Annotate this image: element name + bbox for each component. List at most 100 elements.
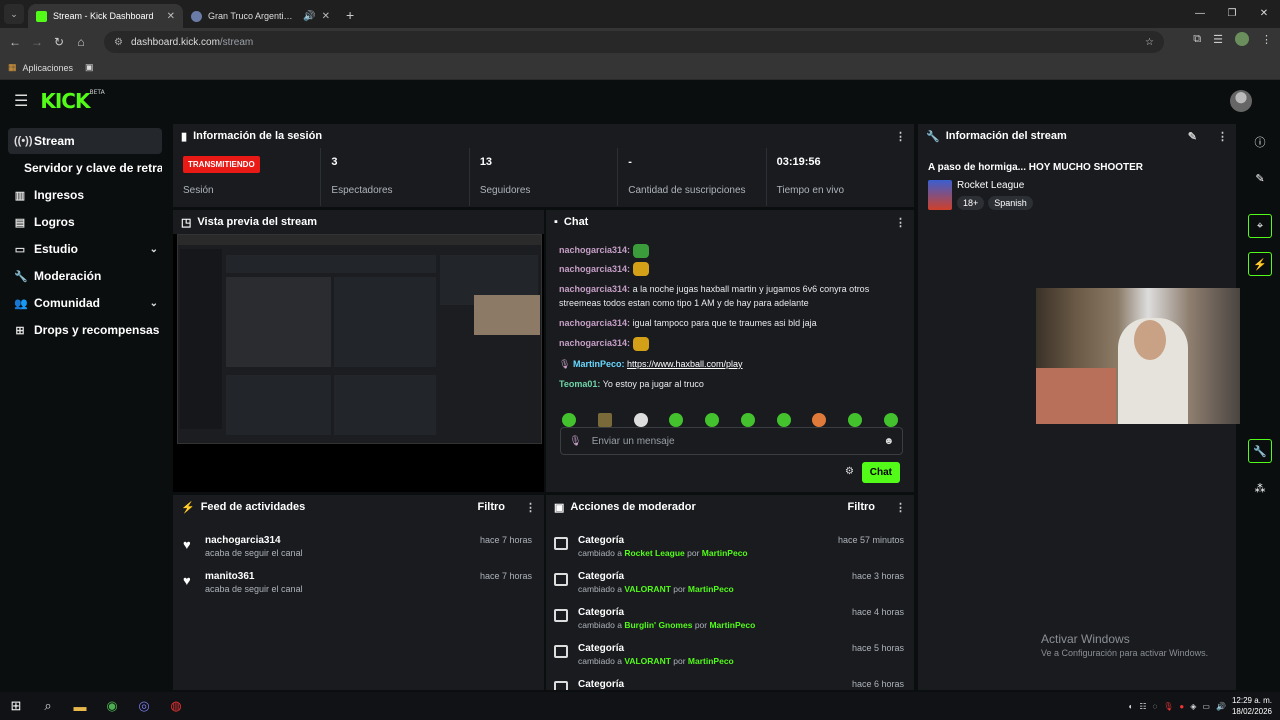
extensions-icon[interactable]: ⧉	[1193, 33, 1201, 46]
emote-icon[interactable]	[633, 413, 648, 427]
tray-icon[interactable]: ◌	[1153, 702, 1158, 711]
emote-icon[interactable]	[705, 413, 720, 427]
obs-icon[interactable]: ◍	[160, 698, 192, 714]
user-avatar[interactable]	[1230, 90, 1252, 112]
more-options-icon[interactable]: ⋮	[1217, 130, 1228, 143]
browser-tab-strip: ⌄ Stream - Kick Dashboard ✕ Gran Truco A…	[0, 0, 1280, 28]
steam-icon[interactable]: ◈	[1190, 702, 1196, 711]
mod-action-item: Categoría hace 6 horas	[546, 675, 914, 690]
lightning-icon[interactable]: ⚡	[1248, 252, 1272, 276]
sidebar-item-stream[interactable]: ((•)) Stream	[8, 128, 162, 154]
url-field[interactable]: ⚙ dashboard.kick.com/stream ☆	[104, 31, 1164, 53]
record-icon[interactable]: ●	[1179, 702, 1184, 711]
chat-link[interactable]: https://www.haxball.com/play	[627, 359, 743, 369]
tab-groups-icon[interactable]: ▣	[85, 62, 94, 73]
new-tab-button[interactable]: +	[346, 7, 354, 23]
info-icon[interactable]: ⓘ	[1248, 130, 1272, 154]
chat-message: nachogarcia314: igual tampoco para que t…	[559, 318, 817, 329]
bookmark-star-icon[interactable]: ☆	[1145, 37, 1154, 48]
url-path: /stream	[219, 36, 254, 48]
wrench-icon: 🔧	[926, 130, 940, 143]
search-icon[interactable]: ⌕	[32, 698, 64, 714]
more-options-icon[interactable]: ⋮	[525, 501, 536, 514]
mic-icon: 🎙	[569, 435, 582, 447]
sidebar-item-estudio[interactable]: ▭ Estudio ⌄	[8, 236, 162, 262]
shield-icon: ▣	[554, 501, 565, 514]
tab-gran-truco[interactable]: Gran Truco Argentino - Jue 🔊 ✕	[183, 4, 338, 28]
network-icon[interactable]: ▭	[1202, 702, 1210, 711]
emoji-picker-icon[interactable]: ☻	[883, 436, 894, 447]
edit-icon[interactable]: ✎	[1248, 166, 1272, 190]
send-chat-button[interactable]: Chat	[861, 462, 900, 483]
url-host: dashboard.kick.com	[130, 36, 220, 48]
browser-menu-icon[interactable]: ⋮	[1261, 33, 1272, 46]
game-favicon-icon	[191, 10, 202, 22]
emote-icon[interactable]	[812, 413, 827, 427]
category-thumbnail	[928, 180, 952, 210]
emote-icon[interactable]	[848, 413, 863, 427]
stream-preview-video[interactable]	[177, 234, 542, 444]
sidebar-item-moderacion[interactable]: 🔧 Moderación	[8, 263, 162, 289]
close-tab-icon[interactable]: ✕	[322, 11, 330, 22]
reload-icon[interactable]: ↻	[48, 35, 70, 49]
emote-bar	[554, 413, 906, 427]
windows-start-icon[interactable]: ⊞	[0, 698, 32, 714]
close-tab-icon[interactable]: ✕	[167, 11, 175, 22]
emote-icon	[632, 262, 649, 277]
emote-icon[interactable]	[597, 413, 612, 427]
tab-search-button[interactable]: ⌄	[4, 4, 24, 24]
emote-icon[interactable]	[669, 413, 684, 427]
filter-button[interactable]: Filtro	[478, 501, 506, 513]
emote-icon[interactable]	[776, 413, 791, 427]
home-icon[interactable]: ⌂	[70, 35, 92, 49]
more-options-icon[interactable]: ⋮	[895, 501, 906, 514]
sidebar-item-drops[interactable]: ⊞ Drops y recompensas	[8, 317, 162, 343]
close-window-icon[interactable]: ✕	[1248, 0, 1280, 28]
screenshot-icon[interactable]: ⌖	[1248, 214, 1272, 238]
gift-icon: ⊞	[15, 324, 25, 337]
tray-icon[interactable]: ☷	[1139, 702, 1146, 711]
profile-avatar[interactable]	[1235, 32, 1249, 46]
media-icon[interactable]: ☰	[1213, 33, 1223, 46]
panel-title: Vista previa del stream	[197, 216, 318, 228]
apps-bookmark[interactable]: Aplicaciones	[23, 63, 74, 73]
window-controls: — ❐ ✕	[1184, 0, 1280, 28]
forward-icon[interactable]: →	[26, 35, 48, 49]
chat-message: Teoma01: Yo estoy pa jugar al truco	[559, 378, 704, 389]
back-icon[interactable]: ←	[4, 35, 26, 49]
stream-category[interactable]: Rocket League	[957, 180, 1024, 191]
site-info-icon[interactable]: ⚙	[114, 37, 123, 48]
more-options-icon[interactable]: ⋮	[895, 130, 906, 143]
tab-kick-dashboard[interactable]: Stream - Kick Dashboard ✕	[28, 4, 183, 28]
emote-icon[interactable]	[883, 413, 898, 427]
file-explorer-icon[interactable]: ▬	[64, 699, 96, 714]
sidebar-item-comunidad[interactable]: 👥 Comunidad ⌄	[8, 290, 162, 316]
feed-item: ♥ manito361 acaba de seguir el canal hac…	[183, 571, 532, 594]
emote-icon[interactable]	[562, 413, 576, 427]
emote-icon[interactable]	[740, 413, 755, 427]
restore-icon[interactable]: ❐	[1216, 0, 1248, 28]
mod-actions-panel: ▣ Acciones de moderador Filtro ⋮ Categor…	[546, 495, 914, 690]
hamburger-menu-icon[interactable]: ☰	[14, 91, 28, 111]
clock[interactable]: 12:29 a. m. 18/02/2026	[1232, 695, 1272, 717]
sidebar-item-logros[interactable]: ▤ Logros	[8, 209, 162, 235]
tray-icon[interactable]: ◐	[1128, 702, 1133, 711]
sidebar-item-stream-key[interactable]: Servidor y clave de retransmisión	[8, 155, 162, 181]
bookmarks-bar: ▦ Aplicaciones ▣	[0, 56, 1280, 80]
speaker-icon[interactable]: 🔊	[303, 11, 315, 22]
tab-title: Gran Truco Argentino - Jue	[208, 11, 297, 21]
sidebar-item-ingresos[interactable]: ▥ Ingresos	[8, 182, 162, 208]
discord-icon[interactable]: ◎	[128, 698, 160, 714]
filter-button[interactable]: Filtro	[848, 501, 876, 513]
wrench-icon[interactable]: 🔧	[1248, 439, 1272, 463]
edit-icon[interactable]: ✎	[1188, 130, 1197, 143]
mic-icon[interactable]: 🎙	[1163, 702, 1173, 711]
minimize-icon[interactable]: —	[1184, 0, 1216, 28]
share-icon[interactable]: ⁂	[1248, 476, 1272, 500]
kick-logo[interactable]: KICKBETA	[40, 89, 104, 113]
volume-icon[interactable]: 🔊	[1216, 702, 1226, 711]
chrome-icon[interactable]: ◉	[96, 698, 128, 714]
more-options-icon[interactable]: ⋮	[895, 216, 906, 229]
chat-message-input[interactable]: 🎙 Enviar un mensaje ☻	[560, 427, 903, 455]
chat-settings-icon[interactable]: ⚙	[845, 466, 854, 477]
